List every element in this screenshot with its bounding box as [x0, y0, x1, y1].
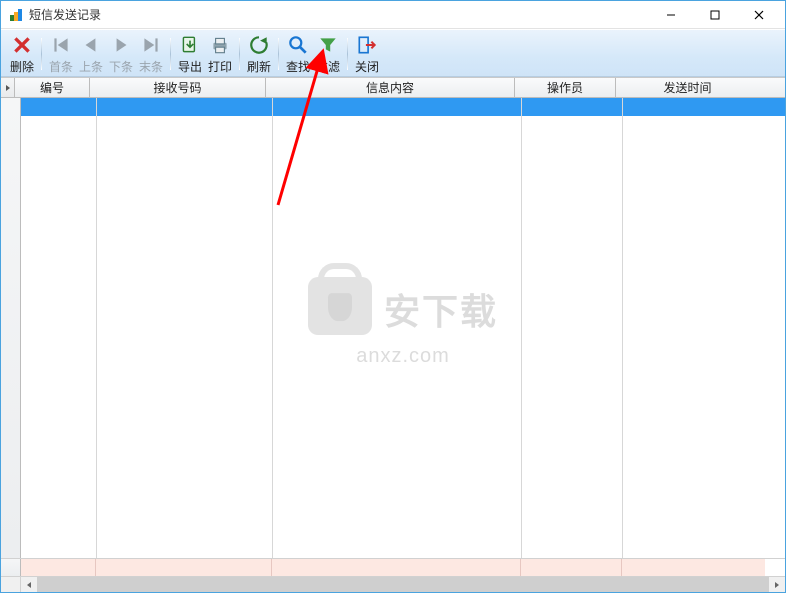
- close-action-button[interactable]: 关闭: [352, 32, 382, 76]
- next-label: 下条: [109, 58, 133, 75]
- grid-footer: [1, 558, 785, 576]
- filter-icon: [317, 34, 339, 56]
- row-header-column: [1, 98, 21, 558]
- search-icon: [287, 34, 309, 56]
- print-label: 打印: [208, 58, 232, 75]
- separator: [170, 38, 171, 70]
- window-controls: [649, 1, 781, 29]
- separator: [278, 38, 279, 70]
- export-button[interactable]: 导出: [175, 32, 205, 76]
- scroll-right-button[interactable]: [769, 577, 785, 593]
- find-button[interactable]: 查找: [283, 32, 313, 76]
- print-icon: [209, 34, 231, 56]
- col-header-operator[interactable]: 操作员: [515, 78, 616, 97]
- grid-header: 编号 接收号码 信息内容 操作员 发送时间: [1, 78, 785, 98]
- close-action-label: 关闭: [355, 58, 379, 75]
- col-header-id[interactable]: 编号: [15, 78, 90, 97]
- watermark-domain: anxz.com: [308, 345, 498, 368]
- first-icon: [50, 34, 72, 56]
- col-header-sendtime[interactable]: 发送时间: [616, 78, 759, 97]
- export-icon: [179, 34, 201, 56]
- titlebar: 短信发送记录: [1, 1, 785, 29]
- minimize-button[interactable]: [649, 1, 693, 29]
- toolbar: 删除 首条 上条 下条 末条 导出 打印 刷新: [1, 29, 785, 77]
- col-header-recipient[interactable]: 接收号码: [90, 78, 266, 97]
- horizontal-scrollbar[interactable]: [1, 576, 785, 592]
- filter-label: 过滤: [316, 58, 340, 75]
- prev-icon: [80, 34, 102, 56]
- next-button[interactable]: 下条: [106, 32, 136, 76]
- separator: [347, 38, 348, 70]
- col-divider: [272, 98, 273, 558]
- exit-icon: [356, 34, 378, 56]
- close-button[interactable]: [737, 1, 781, 29]
- watermark-text: 安下载: [384, 283, 498, 335]
- app-window: 短信发送记录 删除 首条 上条 下条 末条: [0, 0, 786, 593]
- next-icon: [110, 34, 132, 56]
- delete-button[interactable]: 删除: [7, 32, 37, 76]
- watermark: 安下载 anxz.com: [308, 277, 498, 368]
- col-divider: [521, 98, 522, 558]
- footer-row-header: [1, 559, 21, 576]
- refresh-icon: [248, 34, 270, 56]
- first-label: 首条: [49, 58, 73, 75]
- footer-cell: [96, 559, 272, 576]
- footer-cell: [521, 559, 622, 576]
- separator: [41, 38, 42, 70]
- footer-cell: [272, 559, 521, 576]
- scrollbar-thumb[interactable]: [37, 577, 769, 593]
- prev-button[interactable]: 上条: [76, 32, 106, 76]
- separator: [239, 38, 240, 70]
- first-button[interactable]: 首条: [46, 32, 76, 76]
- filter-button[interactable]: 过滤: [313, 32, 343, 76]
- watermark-bag-icon: [308, 277, 372, 335]
- refresh-button[interactable]: 刷新: [244, 32, 274, 76]
- maximize-button[interactable]: [693, 1, 737, 29]
- delete-label: 删除: [10, 58, 34, 75]
- app-icon: [9, 8, 23, 22]
- export-label: 导出: [178, 58, 202, 75]
- col-divider: [622, 98, 623, 558]
- scrollbar-track[interactable]: [21, 577, 785, 592]
- last-button[interactable]: 末条: [136, 32, 166, 76]
- col-header-content[interactable]: 信息内容: [266, 78, 515, 97]
- find-label: 查找: [286, 58, 310, 75]
- prev-label: 上条: [79, 58, 103, 75]
- window-title: 短信发送记录: [29, 6, 649, 23]
- refresh-label: 刷新: [247, 58, 271, 75]
- last-icon: [140, 34, 162, 56]
- last-label: 末条: [139, 58, 163, 75]
- scroll-left-button[interactable]: [21, 577, 37, 593]
- print-button[interactable]: 打印: [205, 32, 235, 76]
- col-divider: [96, 98, 97, 558]
- selected-row[interactable]: [21, 98, 785, 116]
- delete-icon: [11, 34, 33, 56]
- row-indicator-header[interactable]: [1, 78, 15, 97]
- data-grid[interactable]: 编号 接收号码 信息内容 操作员 发送时间 安下载 anxz.com: [1, 77, 785, 592]
- footer-cell: [21, 559, 96, 576]
- footer-cell: [622, 559, 765, 576]
- scrollbar-corner: [1, 577, 21, 592]
- grid-body[interactable]: 安下载 anxz.com: [1, 98, 785, 558]
- grid-data-area[interactable]: 安下载 anxz.com: [21, 98, 785, 558]
